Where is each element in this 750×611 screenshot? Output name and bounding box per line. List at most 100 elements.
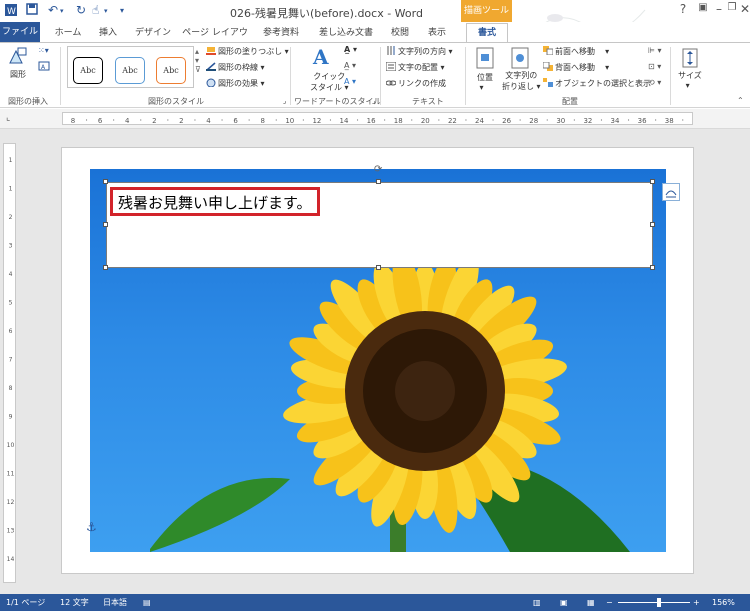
shape-styles-launcher-icon[interactable]: ⌟ — [283, 97, 286, 105]
shape-fill-button[interactable]: 図形の塗りつぶし ▾ — [206, 46, 289, 57]
style-option-2[interactable]: Abc — [115, 57, 145, 84]
separator — [60, 47, 61, 105]
touch-dropdown-icon[interactable]: ▾ — [104, 7, 108, 15]
text-fill-icon[interactable]: A̲ ▾ — [344, 45, 357, 54]
shape-effects-button[interactable]: 図形の効果 ▾ — [206, 78, 265, 89]
word-app-icon[interactable]: W — [4, 3, 18, 20]
create-link-button[interactable]: リンクの作成 — [385, 78, 446, 89]
ruler-tick-label: 8 — [260, 117, 264, 125]
tab-home[interactable]: ホーム — [48, 24, 88, 42]
tab-insert[interactable]: 挿入 — [92, 24, 124, 42]
undo-dropdown-icon[interactable]: ▾ — [60, 7, 64, 15]
ruler-tick-label: 30 — [556, 117, 565, 125]
text-effects-icon[interactable]: A ▾ — [344, 77, 356, 86]
shape-effects-label: 図形の効果 — [218, 79, 258, 88]
vruler-tick-label: 13 — [7, 528, 15, 535]
layout-options-icon[interactable] — [662, 183, 680, 201]
align-text-button[interactable]: 文字の配置 ▾ — [385, 61, 445, 73]
resize-handle-tr[interactable] — [650, 179, 655, 184]
resize-handle-b[interactable] — [376, 265, 381, 270]
ruler-tick-dot — [546, 119, 548, 121]
selection-pane-icon — [543, 78, 553, 87]
ruler-tick-label: 4 — [206, 117, 211, 125]
tab-review[interactable]: 校閲 — [386, 24, 414, 42]
language[interactable]: 日本語 — [103, 594, 127, 611]
style-option-3[interactable]: Abc — [156, 57, 186, 84]
group-label-insert-shapes: 図形の挿入 — [8, 97, 48, 106]
resize-handle-tl[interactable] — [103, 179, 108, 184]
style-option-1[interactable]: Abc — [73, 57, 103, 84]
ribbon-tabs: ファイル ホーム 挿入 デザイン ページ レイアウト 参考資料 差し込み文書 校… — [0, 22, 750, 61]
align-objects-icon[interactable]: ⊫ ▾ — [648, 46, 662, 55]
ruler-tick-dot — [627, 119, 630, 121]
read-mode-icon[interactable]: ▥ — [533, 594, 541, 611]
group-objects-icon[interactable]: ⊡ ▾ — [648, 62, 661, 71]
send-backward-button[interactable]: 背面へ移動 ▾ — [542, 61, 609, 73]
ruler-row: ⌞ 8 6 4 2 2 4 6 8 10 12 14 16 18 20 22 24 26 28 30 32 34 36 38 — [0, 109, 750, 129]
zoom-slider-thumb[interactable] — [657, 598, 661, 607]
web-layout-icon[interactable]: ▦ — [587, 594, 595, 611]
position-icon[interactable] — [475, 47, 495, 69]
shape-outline-button[interactable]: 図形の枠線 ▾ — [206, 62, 265, 73]
zoom-out-icon[interactable]: − — [606, 594, 613, 611]
rotate-objects-icon[interactable]: ⟲ ▾ — [648, 78, 661, 87]
wrap-text-button[interactable]: 文字列の 折り返し ▾ — [502, 70, 541, 92]
separator — [670, 47, 671, 105]
text-direction-button[interactable]: 文字列の方向 ▾ — [386, 46, 453, 57]
tab-mailings[interactable]: 差し込み文書 — [314, 24, 378, 42]
ruler-tick-dot — [275, 119, 277, 121]
rotate-handle-icon[interactable]: ⟳ — [374, 164, 382, 175]
quick-styles-button[interactable]: クイック スタイル ▾ — [310, 71, 349, 93]
gallery-scroll-icon[interactable]: ▴ ▾ ⊽ — [195, 47, 201, 74]
touch-mode-icon[interactable]: ☝ — [92, 3, 99, 17]
ruler-tick-dot — [248, 119, 250, 121]
ruler-tick-dot — [465, 119, 467, 121]
tab-file[interactable]: ファイル — [0, 22, 40, 42]
print-layout-icon[interactable]: ▣ — [560, 594, 568, 611]
redo-icon[interactable]: ↻ — [76, 3, 86, 17]
ruler-tick-label: 10 — [285, 117, 294, 125]
vruler-tick-label: 8 — [9, 385, 13, 392]
quick-styles-icon[interactable]: A — [313, 45, 335, 69]
resize-handle-bl[interactable] — [103, 265, 108, 270]
close-icon[interactable]: ✕ — [732, 2, 750, 18]
resize-handle-br[interactable] — [650, 265, 655, 270]
tab-selector-icon[interactable]: ⌞ — [6, 113, 16, 124]
vruler-tick-label: 11 — [7, 471, 15, 478]
zoom-slider[interactable] — [618, 602, 690, 603]
shapes-button[interactable] — [6, 45, 28, 67]
tab-design[interactable]: デザイン — [130, 24, 176, 42]
tab-view[interactable]: 表示 — [422, 24, 452, 42]
wrap-text-icon[interactable] — [510, 47, 530, 69]
size-button[interactable]: サイズ ▾ — [678, 70, 702, 90]
zoom-level[interactable]: 156% — [712, 594, 735, 611]
text-outline-icon[interactable]: A̲ ▾ — [344, 61, 356, 70]
collapse-ribbon-icon[interactable]: ⌃ — [737, 96, 744, 105]
resize-handle-l[interactable] — [103, 222, 108, 227]
tab-format[interactable]: 書式 — [466, 23, 508, 42]
bring-forward-button[interactable]: 前面へ移動 ▾ — [543, 46, 609, 57]
wordart-launcher-icon[interactable]: ⌟ — [372, 97, 375, 105]
customize-qat-icon[interactable]: ▾ — [120, 6, 124, 15]
resize-handle-t[interactable] — [376, 179, 381, 184]
resize-handle-r[interactable] — [650, 222, 655, 227]
horizontal-ruler[interactable]: 8 6 4 2 2 4 6 8 10 12 14 16 18 20 22 24 26 28 30 32 34 36 38 — [62, 112, 693, 125]
macro-icon[interactable]: ▤ — [143, 594, 151, 611]
undo-icon[interactable]: ↶ — [48, 3, 58, 17]
selection-pane-button[interactable]: オブジェクトの選択と表示 — [543, 78, 651, 89]
position-button[interactable]: 位置 ▾ — [477, 72, 493, 92]
wrap-text-label-2: 折り返し — [502, 82, 534, 91]
size-icon[interactable] — [680, 47, 700, 69]
text-direction-label: 文字列の方向 — [398, 47, 446, 56]
window-title: 026-残暑見舞い(before).docx - Word — [230, 7, 423, 20]
ruler-tick-label: 24 — [475, 117, 484, 125]
draw-textbox-icon[interactable]: A — [38, 61, 54, 73]
edit-shape-icon[interactable]: ⁙▾ — [38, 46, 49, 55]
zoom-in-icon[interactable]: + — [693, 594, 700, 611]
vertical-ruler[interactable]: 1 1 2 3 4 5 6 7 8 9 10 11 12 13 14 — [3, 143, 16, 583]
page-count[interactable]: 1/1 ページ — [6, 594, 45, 611]
save-icon[interactable] — [26, 3, 38, 18]
word-count[interactable]: 12 文字 — [60, 594, 89, 611]
tab-references[interactable]: 参考資料 — [258, 24, 304, 42]
tab-page-layout[interactable]: ページ レイアウト — [182, 24, 248, 56]
